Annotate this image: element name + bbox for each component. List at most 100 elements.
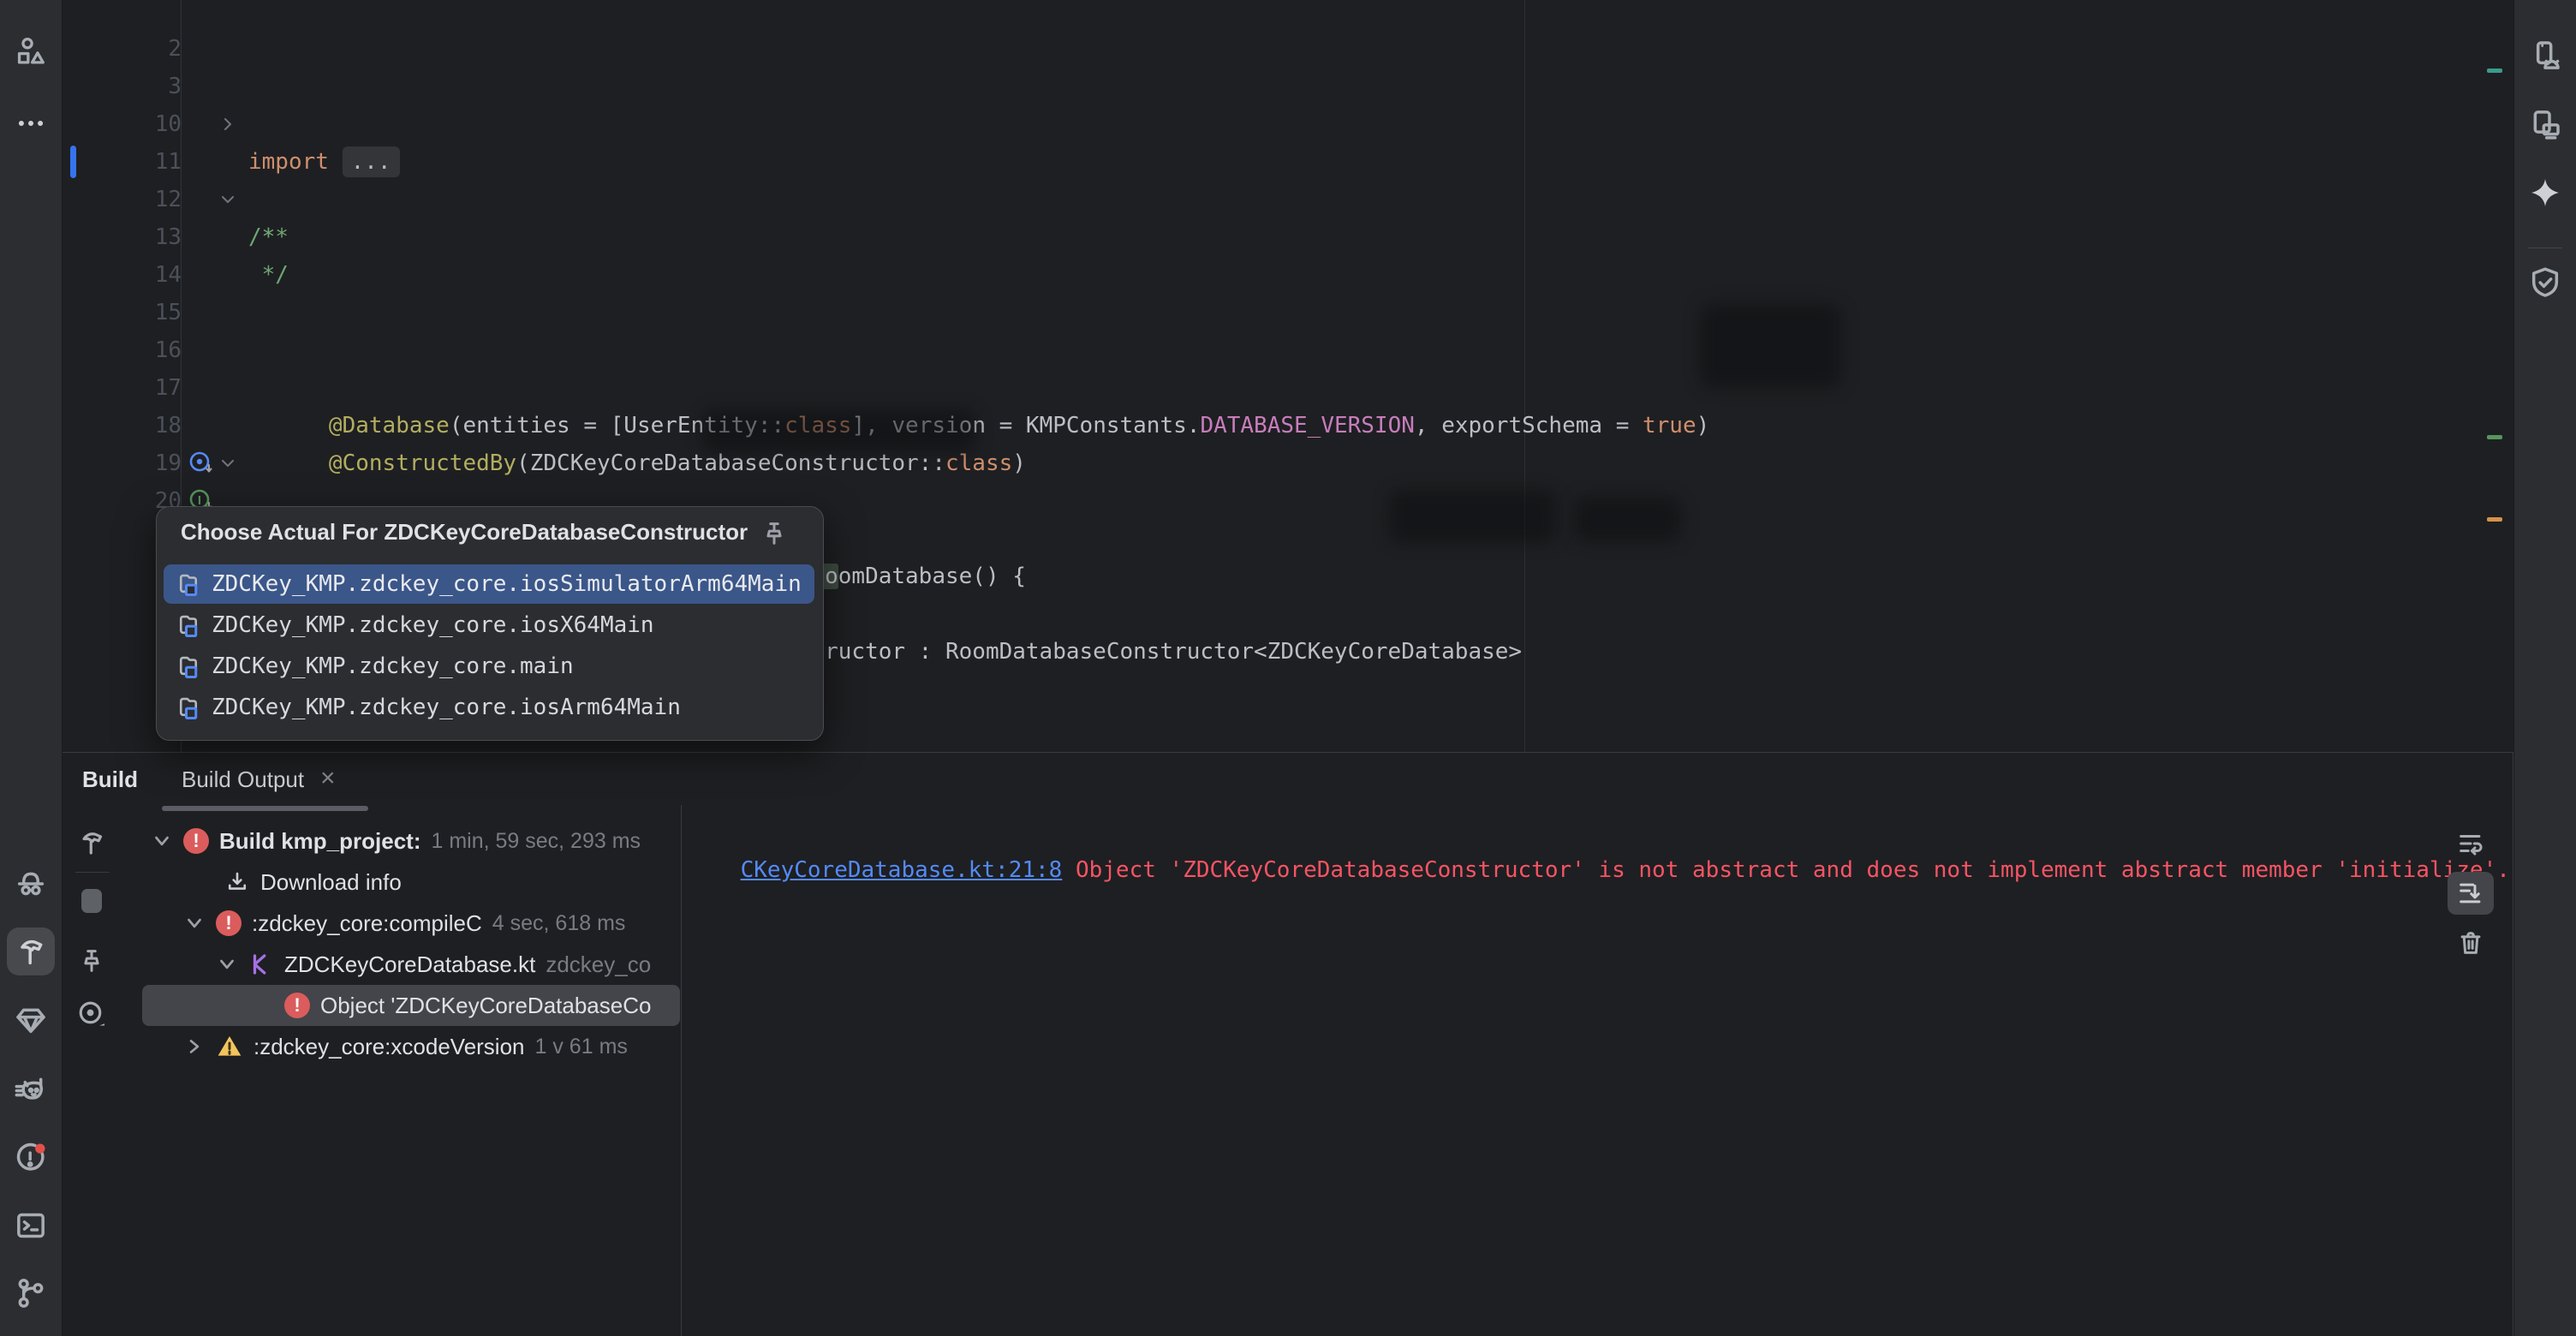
tree-console-divider[interactable] [681, 805, 682, 1336]
tree-label: Download info [260, 869, 402, 896]
code-line[interactable]: 2 [62, 0, 2511, 30]
running-devices-tool-button[interactable] [2521, 32, 2569, 80]
shield-check-icon [2528, 265, 2562, 300]
close-icon[interactable]: × [320, 755, 336, 803]
choose-actual-popup: Choose Actual For ZDCKeyCoreDatabaseCons… [156, 506, 824, 741]
scroll-to-end-button[interactable] [2448, 872, 2494, 915]
build-tool-button[interactable] [7, 927, 55, 975]
module-icon [176, 612, 201, 638]
version-control-tool-button[interactable] [7, 1269, 55, 1317]
tree-suffix: zdckey_co [546, 951, 651, 978]
git-branch-icon [14, 1276, 48, 1310]
tree-label: :zdckey_core:xcodeVersion [253, 1034, 525, 1060]
tree-duration: 4 sec, 618 ms [492, 911, 626, 936]
file-location-link[interactable]: CKeyCoreDatabase.kt:21:8 [741, 857, 1063, 883]
stop-button[interactable] [68, 879, 116, 923]
analysis-mark-teal[interactable] [2487, 69, 2502, 73]
code-line[interactable]: 3 import ... [62, 30, 2511, 68]
tree-row-compile-task[interactable]: ! :zdckey_core:compileC 4 sec, 618 ms [142, 903, 680, 944]
code-line[interactable]: 18 abstract class ZDCKeyCoreDatabase : R… [62, 369, 2511, 407]
module-icon [176, 695, 201, 720]
gemini-sparkle-icon [2528, 176, 2562, 210]
device-manager-icon [2528, 107, 2562, 141]
chevron-down-icon[interactable] [151, 830, 173, 852]
tree-duration: 1 v 61 ms [535, 1035, 628, 1059]
tree-row-build-root[interactable]: ! Build kmp_project: 1 min, 59 sec, 293 … [142, 820, 680, 862]
more-tool-windows-button[interactable] [7, 99, 55, 147]
download-icon [224, 869, 250, 895]
popup-item[interactable]: ZDCKey_KMP.zdckey_core.main [164, 647, 814, 686]
tree-row-error-message[interactable]: ! Object 'ZDCKeyCoreDatabaseCo [142, 985, 680, 1026]
module-icon [176, 571, 201, 597]
error-icon: ! [216, 910, 242, 936]
analysis-mark-green[interactable] [2487, 435, 2502, 439]
tab-scrollbar[interactable] [162, 806, 368, 811]
terminal-tool-button[interactable] [7, 1202, 55, 1250]
filter-view-button[interactable] [68, 992, 116, 1036]
more-icon [15, 107, 47, 140]
tree-label: Build kmp_project: [219, 828, 420, 855]
pin-icon[interactable] [760, 519, 789, 548]
popup-item-label: ZDCKey_KMP.zdckey_core.iosArm64Main [212, 695, 681, 720]
analysis-mark-orange[interactable] [2487, 517, 2502, 522]
scroll-to-end-icon [2456, 879, 2485, 908]
rerun-build-button[interactable] [68, 820, 116, 865]
build-window-title[interactable]: Build [82, 755, 138, 803]
chevron-right-icon[interactable] [183, 1035, 206, 1058]
stop-icon [81, 889, 102, 913]
right-tool-stripe [2513, 0, 2576, 1336]
popup-item[interactable]: ZDCKey_KMP.zdckey_core.iosX64Main [164, 605, 814, 645]
gem-tool-button[interactable] [7, 996, 55, 1044]
tree-row-kotlin-file[interactable]: ZDCKeyCoreDatabase.kt zdckey_co [142, 944, 680, 985]
redaction-smudge [702, 409, 976, 452]
logcat-cat-icon [14, 1072, 48, 1106]
panel-divider[interactable] [62, 752, 2514, 753]
build-hammer-icon [14, 934, 48, 969]
tree-row-download-info[interactable]: Download info [142, 862, 680, 903]
running-devices-icon [2528, 39, 2562, 73]
left-tool-stripe [0, 0, 63, 1336]
code-line[interactable]: 10 [62, 68, 2511, 105]
chevron-down-icon[interactable] [216, 953, 238, 975]
tree-row-xcode-version[interactable]: :zdckey_core:xcodeVersion 1 v 61 ms [142, 1026, 680, 1067]
vcs-change-marker[interactable] [70, 146, 76, 178]
redaction-smudge [1574, 497, 1681, 541]
terminal-icon [14, 1208, 48, 1243]
popup-item-label: ZDCKey_KMP.zdckey_core.iosSimulatorArm64… [212, 571, 802, 597]
code-line[interactable]: 16 @Database(entities = [UserEntity::cla… [62, 294, 2511, 331]
module-icon [176, 653, 201, 679]
tree-label: :zdckey_core:compileC [252, 910, 482, 937]
privacy-tool-button[interactable] [7, 860, 55, 908]
code-line[interactable]: 19 I abstract fun getUserDao(): UserDao [62, 407, 2511, 444]
redaction-smudge [1389, 490, 1556, 543]
code-line[interactable]: 11 /** [62, 105, 2511, 143]
code-line[interactable]: 13 */ [62, 181, 2511, 218]
code-line[interactable]: 14 [62, 218, 2511, 256]
gem-icon [14, 1003, 48, 1037]
popup-title: Choose Actual For ZDCKeyCoreDatabaseCons… [181, 519, 748, 546]
chevron-down-icon[interactable] [183, 912, 206, 934]
code-line[interactable]: 17 @ConstructedBy(ZDCKeyCoreDatabaseCons… [62, 331, 2511, 369]
popup-item[interactable]: ZDCKey_KMP.zdckey_core.iosArm64Main [164, 688, 814, 727]
policy-insights-tool-button[interactable] [2521, 259, 2569, 307]
device-manager-tool-button[interactable] [2521, 100, 2569, 148]
error-message-text: Object 'ZDCKeyCoreDatabaseConstructor' i… [1062, 857, 2510, 883]
incognito-icon [14, 867, 48, 901]
code-line[interactable]: 20 } [62, 444, 2511, 482]
eye-icon [76, 999, 107, 1029]
gemini-tool-button[interactable] [2521, 169, 2569, 217]
code-line[interactable]: 12 * [62, 143, 2511, 181]
popup-item[interactable]: ZDCKey_KMP.zdckey_core.iosSimulatorArm64… [164, 564, 814, 604]
quality-insights-tool-button[interactable] [7, 1134, 55, 1182]
pin-tab-button[interactable] [68, 939, 116, 983]
alert-badge-icon [14, 1141, 48, 1175]
build-console[interactable]: CKeyCoreDatabase.kt:21:8 Object 'ZDCKeyC… [687, 814, 2510, 851]
code-line[interactable]: 15 [62, 256, 2511, 294]
soft-wrap-button[interactable] [2448, 822, 2494, 865]
clear-all-button[interactable] [2448, 921, 2494, 964]
tab-build-output[interactable]: Build Output [182, 755, 304, 803]
logcat-tool-button[interactable] [7, 1065, 55, 1113]
tree-duration: 1 min, 59 sec, 293 ms [431, 829, 641, 854]
ide-window: 2 3 import ... 10 11 /** 12 * 13 */ 14 1… [0, 0, 2576, 1336]
structure-tool-button[interactable] [7, 28, 55, 76]
